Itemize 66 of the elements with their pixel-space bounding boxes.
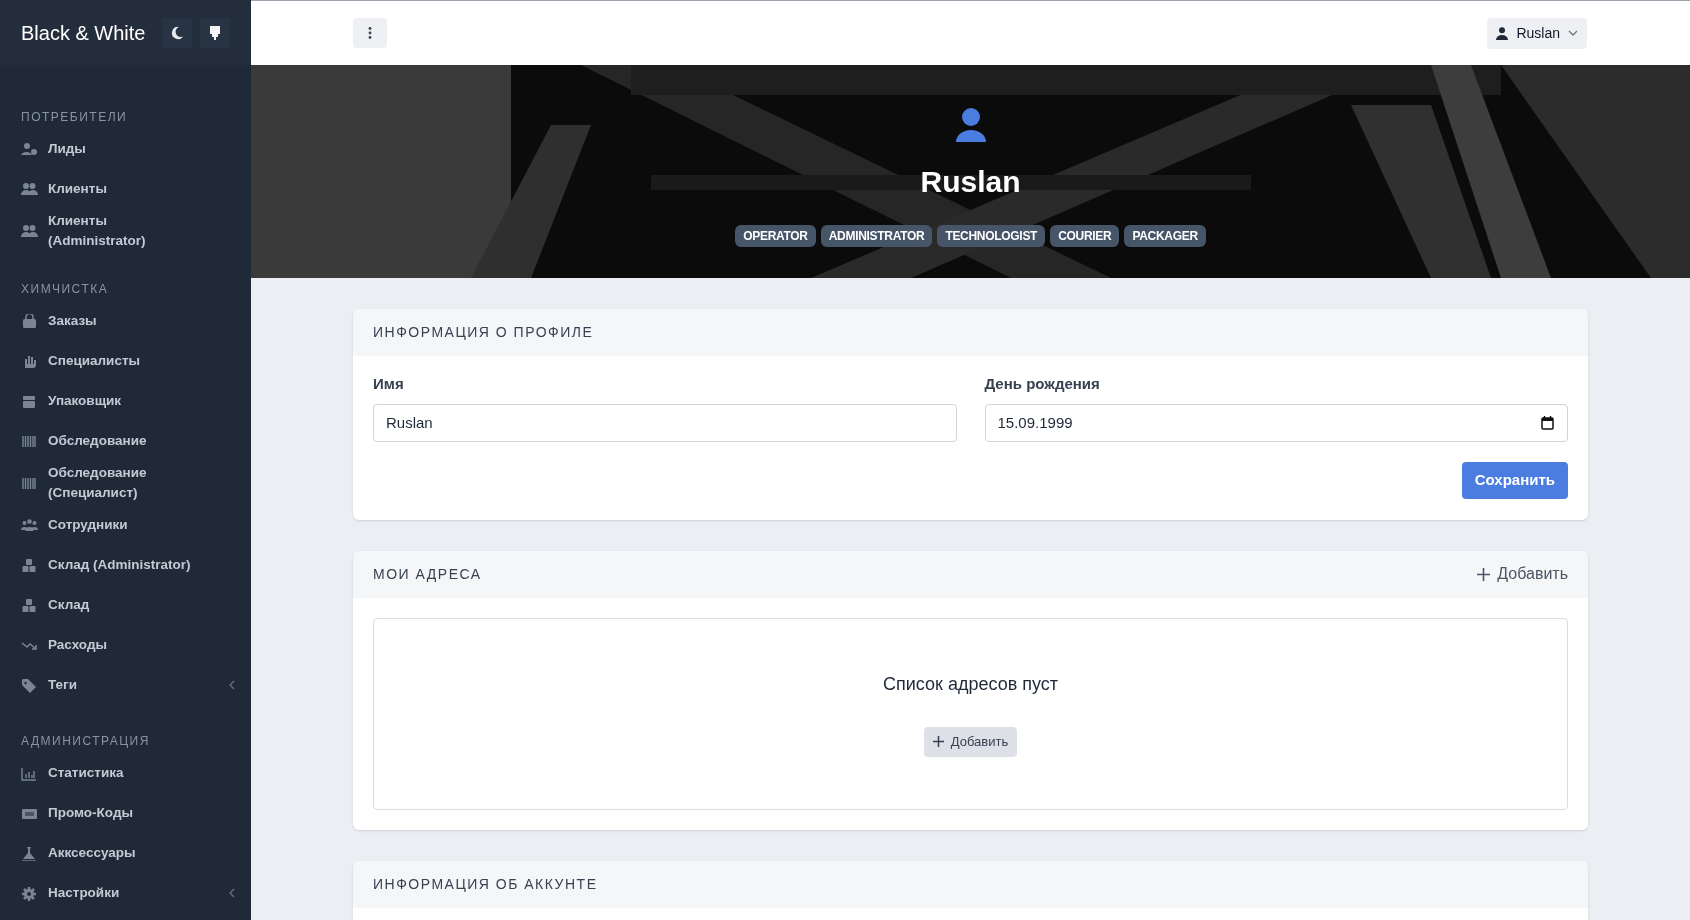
role-badge: COURIER	[1050, 225, 1120, 247]
chevron-down-icon	[1568, 30, 1578, 36]
bag-icon	[21, 313, 38, 329]
calendar-icon[interactable]	[1541, 415, 1554, 430]
sidebar-item[interactable]: Упаковщик	[0, 381, 251, 421]
bar-chart-icon	[21, 765, 38, 781]
sidebar-item[interactable]: Склад	[0, 585, 251, 625]
sidebar-item[interactable]: Лиды	[0, 129, 251, 169]
field-label: День рождения	[984, 374, 1101, 394]
kebab-menu-icon	[368, 27, 372, 39]
plus-icon	[1477, 567, 1491, 581]
card-title: ИНФОРМАЦИЯ ОБ АККУНТЕ	[373, 874, 598, 894]
sidebar-item[interactable]: Акксессуары	[0, 833, 251, 873]
sidebar-section-title: ПОТРЕБИТЕЛИ	[20, 109, 129, 126]
chevron-left-icon	[229, 680, 235, 690]
box-icon	[21, 393, 38, 409]
users-icon	[21, 181, 38, 197]
card-title: МОИ АДРЕСА	[373, 564, 482, 584]
barcode-icon	[21, 433, 38, 449]
moon-icon	[170, 25, 184, 40]
field-label: Имя	[373, 374, 405, 394]
sidebar-item[interactable]: Клиенты (Administrator)	[0, 209, 251, 253]
user-icon	[1496, 26, 1509, 40]
sidebar-item[interactable]: Заказы	[0, 301, 251, 341]
user-plus-icon	[21, 141, 38, 157]
role-badge: PACKAGER	[1124, 225, 1206, 247]
barcode-icon	[21, 475, 38, 491]
people-group-icon	[21, 517, 38, 533]
sidebar-item[interactable]: Сотрудники	[0, 505, 251, 545]
sidebar-section-title: ХИМЧИСТКА	[20, 281, 110, 298]
paintbrush-icon	[209, 25, 221, 40]
sidebar-item[interactable]: Статистика	[0, 753, 251, 793]
sidebar-item[interactable]: Обследование	[0, 421, 251, 461]
theme-button[interactable]	[200, 17, 230, 48]
add-address-button[interactable]: Добавить	[923, 726, 1018, 757]
sidebar-item[interactable]: Обследование (Специалист)	[0, 461, 251, 505]
sidebar-item[interactable]: Склад (Administrator)	[0, 545, 251, 585]
profile-name: Ruslan	[920, 164, 1021, 200]
boxes-icon	[21, 557, 38, 573]
sidebar-item[interactable]: Клиенты	[0, 169, 251, 209]
user-menu-button[interactable]: Ruslan	[1487, 17, 1587, 49]
sidebar-item[interactable]: Расходы	[0, 625, 251, 665]
text-field[interactable]: Ruslan	[373, 403, 957, 442]
plus-icon	[932, 736, 944, 747]
sidebar-item[interactable]: Настройки	[0, 873, 251, 913]
role-badge: OPERATOR	[735, 225, 816, 247]
users-icon	[21, 223, 38, 239]
add-address-link[interactable]: Добавить	[1477, 562, 1568, 586]
date-field[interactable]: 15.09.1999	[984, 403, 1568, 442]
role-badge: TECHNOLOGIST	[937, 225, 1046, 247]
chevron-left-icon	[229, 888, 235, 898]
dark-mode-button[interactable]	[162, 17, 192, 48]
sidebar-item[interactable]: Теги	[0, 665, 251, 705]
save-button[interactable]: Сохранить	[1461, 461, 1568, 499]
user-avatar-icon	[954, 108, 987, 142]
tag-icon	[21, 677, 38, 693]
role-badge: ADMINISTRATOR	[820, 225, 933, 247]
sidebar-item[interactable]: Специалисты	[0, 341, 251, 381]
card-title: ИНФОРМАЦИЯ О ПРОФИЛЕ	[373, 323, 594, 342]
empty-message: Список адресов пуст	[883, 672, 1058, 696]
gear-icon	[21, 885, 38, 901]
brand-title: Black & White	[21, 20, 146, 46]
sidebar-section-title: АДМИНИСТРАЦИЯ	[20, 733, 151, 750]
boxes-icon	[21, 597, 38, 613]
sidebar-item[interactable]: Промо-Коды	[0, 793, 251, 833]
flask-icon	[21, 845, 38, 861]
